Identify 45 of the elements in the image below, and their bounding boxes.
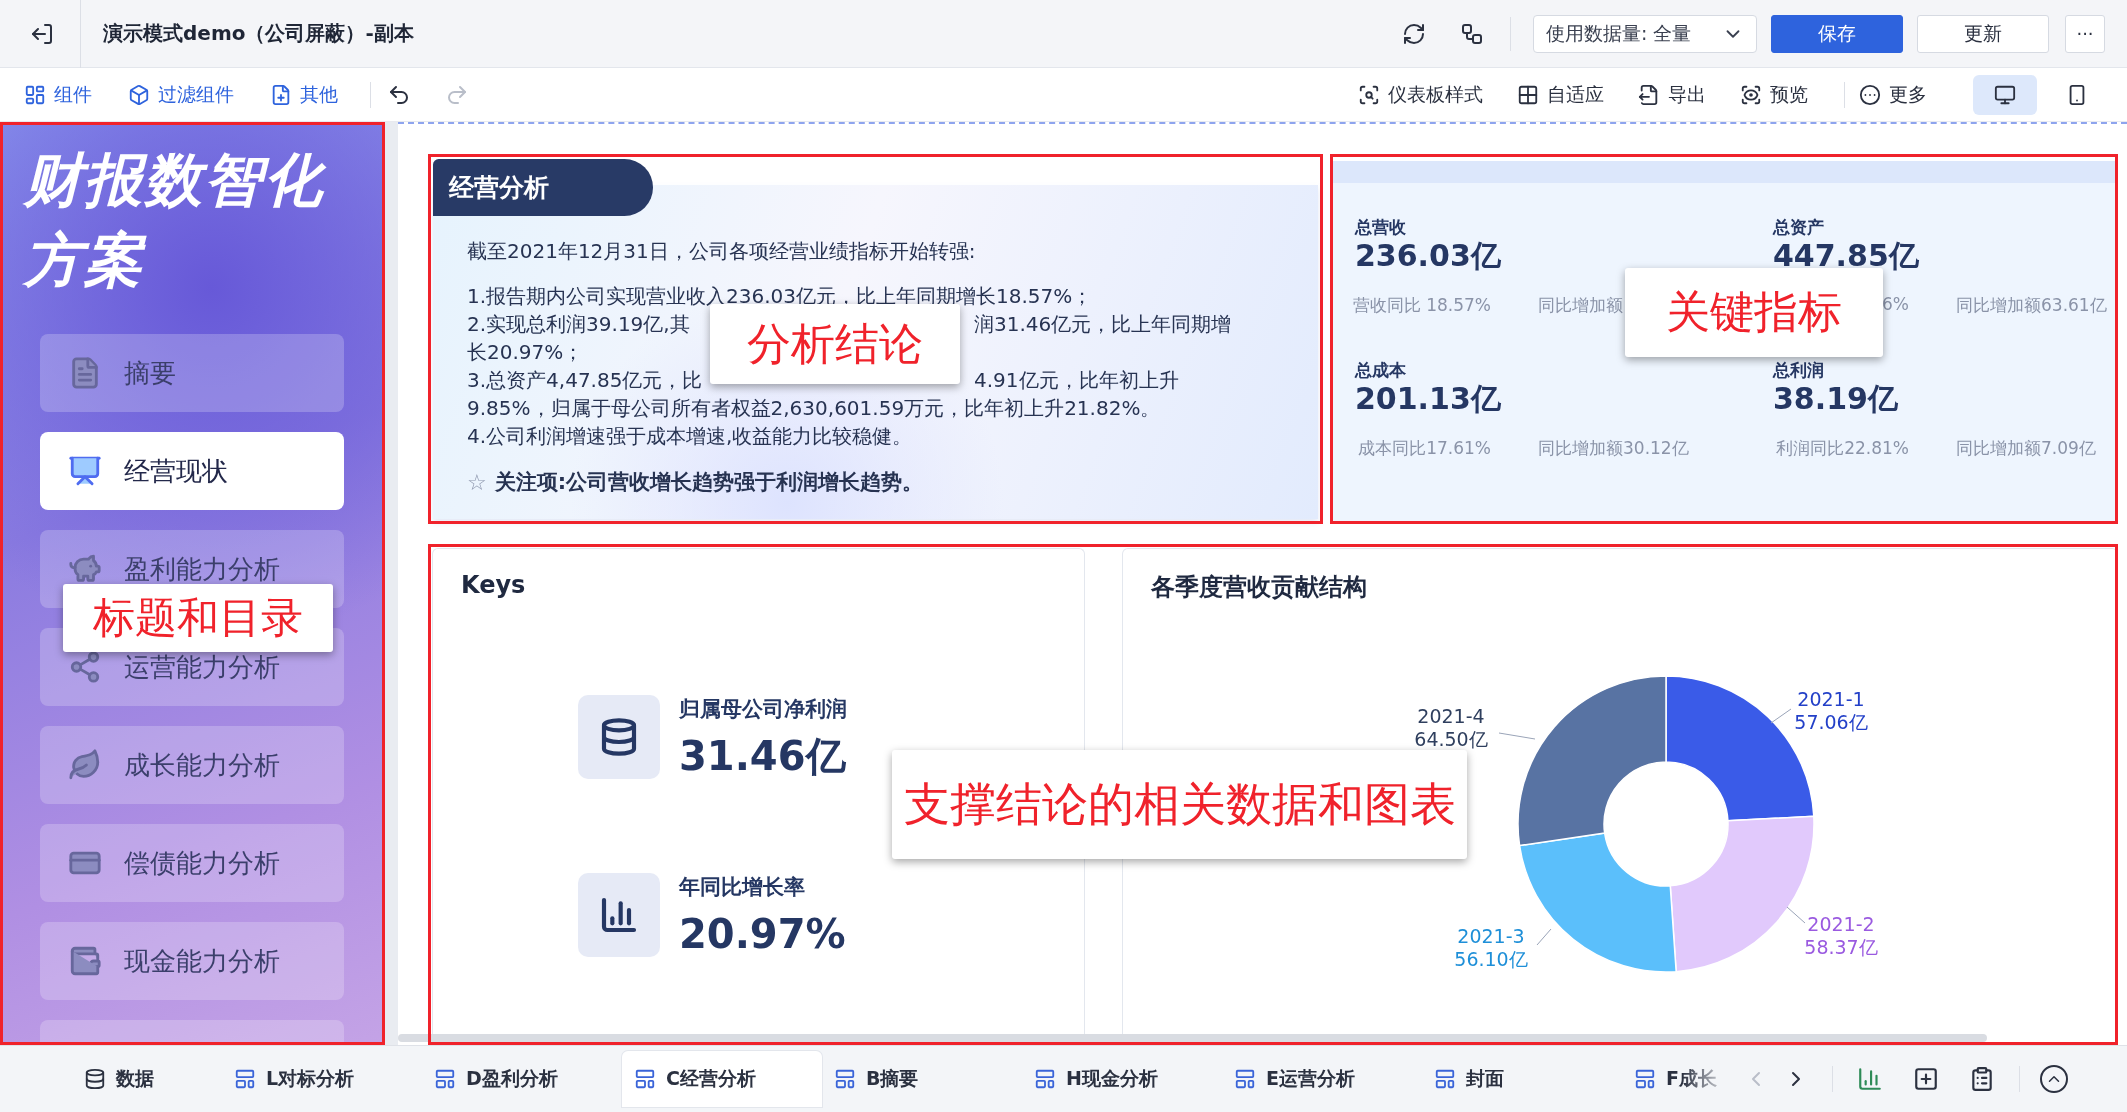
star-icon: ☆ (467, 469, 487, 495)
card-title: Keys (460, 570, 527, 599)
metric-label: 总资产 (1773, 216, 1825, 238)
analysis-text: 长20.97%； (467, 339, 584, 366)
annotation-tooltip: 关键指标 (1625, 268, 1883, 357)
slice-label: 2021-3 (1457, 925, 1525, 947)
analysis-text: 3.总资产4,47.85亿元，比 (467, 367, 704, 394)
slice-label: 2021-2 (1807, 913, 1875, 935)
metric-label: 总利润 (1773, 359, 1825, 381)
document-title: 演示模式demo（公司屏蔽）-副本 (103, 20, 414, 47)
metric-note: 营收同比 18.57% (1352, 294, 1491, 317)
analysis-text: 4.91亿元，比年初上升 (974, 367, 1179, 394)
metric-value: 38.19亿 (1773, 381, 1899, 417)
analysis-text: 2.实现总利润39.19亿,其 (467, 311, 691, 338)
metric-note: 同比增加额63.61亿 (1956, 294, 2107, 317)
slice-value: 64.50亿 (1414, 728, 1488, 750)
key-label: 归属母公司净利润 (679, 696, 847, 723)
analysis-text: 润31.46亿元，比上年同期增 (974, 311, 1232, 338)
annotation-tooltip: 分析结论 (710, 304, 960, 384)
key-label: 年同比增长率 (679, 874, 806, 901)
metric-value: 201.13亿 (1355, 381, 1502, 417)
focus-text: 关注项:公司营收增长趋势强于利润增长趋势。 (494, 469, 924, 496)
metric-value: 236.03亿 (1355, 238, 1502, 274)
card-title: 各季度营收贡献结构 (1150, 572, 1368, 603)
metric-note: 同比增加额 (1538, 294, 1623, 317)
metric-note: 6% (1882, 294, 1909, 316)
slice-label: 2021-1 (1797, 688, 1865, 710)
slice-label: 2021-4 (1417, 705, 1485, 727)
sidebar-title: 财报数智化方案 (0, 140, 385, 300)
key-value: 31.46亿 (679, 732, 847, 781)
metric-note: 同比增加额7.09亿 (1956, 437, 2096, 460)
annotation-tooltip: 标题和目录 (63, 584, 333, 652)
metric-note: 同比增加额30.12亿 (1538, 437, 1689, 460)
analysis-text: 9.85%，归属于母公司所有者权益2,630,601.59万元，比年初上升21.82%。 (467, 395, 1161, 422)
metric-label: 总成本 (1355, 359, 1407, 381)
annotation-tooltip: 支撑结论的相关数据和图表 (892, 750, 1467, 859)
slice-value: 57.06亿 (1794, 711, 1868, 733)
metric-label: 总营收 (1355, 216, 1407, 238)
metric-note: 利润同比22.81% (1776, 437, 1909, 460)
slice-value: 58.37亿 (1804, 936, 1878, 958)
key-value: 20.97% (679, 910, 846, 959)
metric-note: 成本同比17.61% (1358, 437, 1491, 460)
analysis-text: 4.公司利润增速强于成本增速,收益能力比较稳健。 (467, 423, 913, 450)
slice-value: 56.10亿 (1454, 948, 1528, 970)
intro-text: 截至2021年12月31日，公司各项经营业绩指标开始转强: (467, 238, 976, 265)
